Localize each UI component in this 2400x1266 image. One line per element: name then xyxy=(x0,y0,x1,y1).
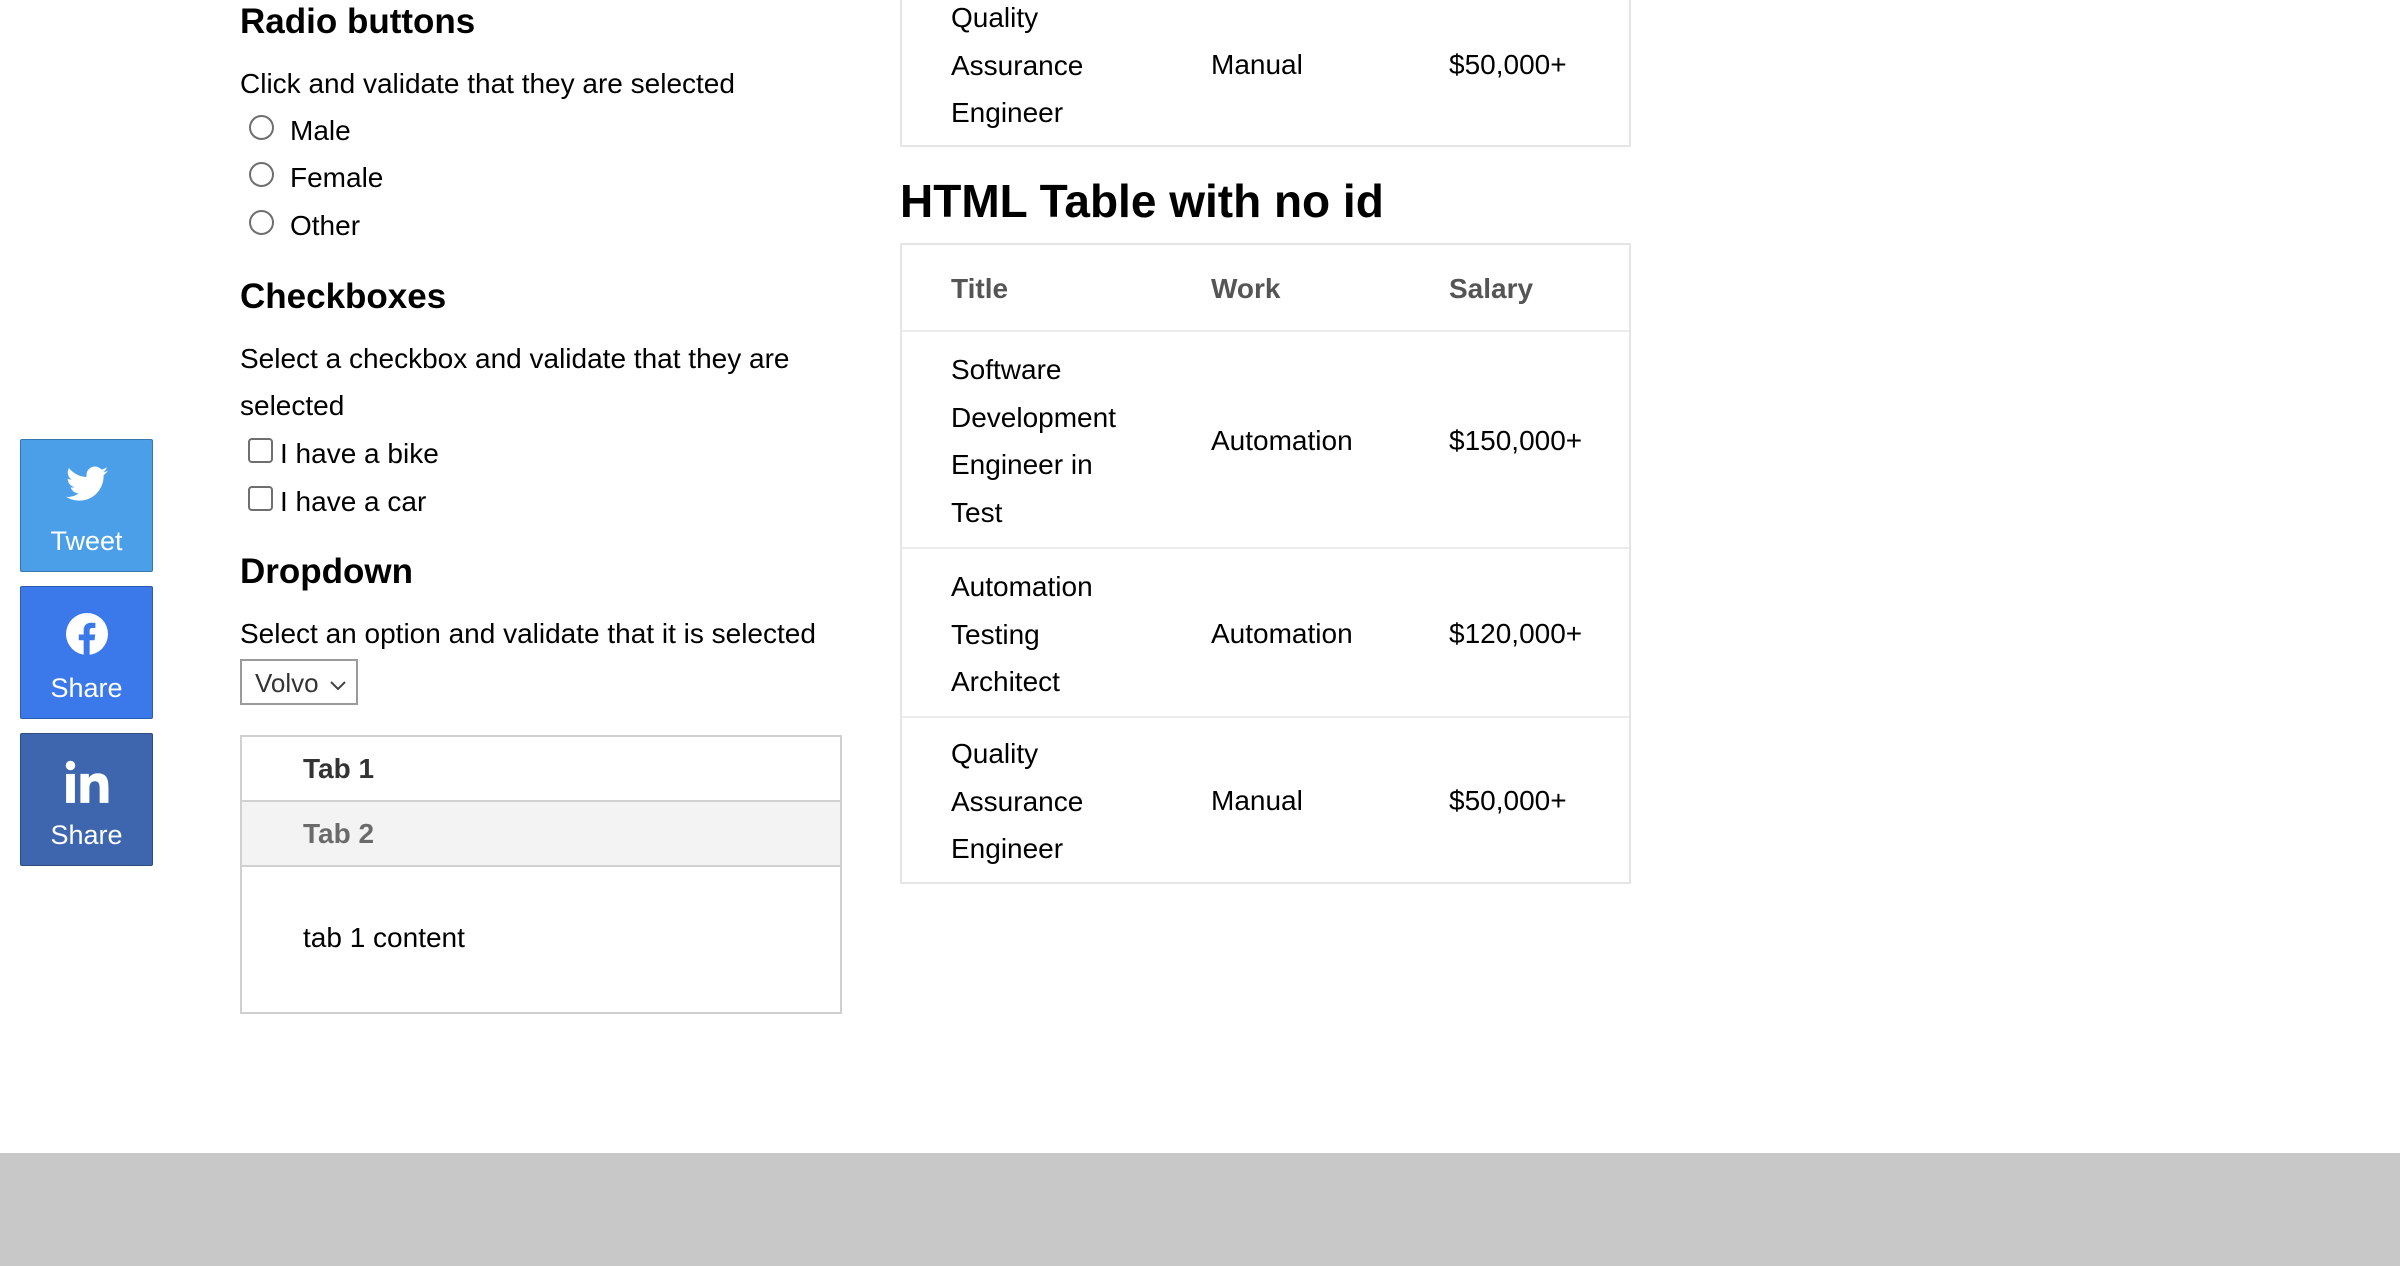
checkboxes-description-line2: selected xyxy=(240,390,345,421)
tabs-widget: Tab 1 Tab 2 tab 1 content xyxy=(240,735,842,1014)
checkbox-label-bike: I have a bike xyxy=(280,438,439,469)
tab-1[interactable]: Tab 1 xyxy=(242,737,840,802)
html-table-no-id: Title Work Salary Software Development E… xyxy=(900,243,1631,884)
table-row: Quality Assurance Engineer Manual $50,00… xyxy=(902,0,1629,145)
tweet-button[interactable]: Tweet xyxy=(20,439,153,572)
tab-content: tab 1 content xyxy=(303,922,465,953)
table-row: Quality Assurance Engineer Manual $50,00… xyxy=(902,718,1629,882)
dropdown-selected-value: Volvo xyxy=(255,668,319,698)
linkedin-share-label: Share xyxy=(50,820,123,850)
work-cell: Manual xyxy=(1211,785,1303,816)
dropdown-description: Select an option and validate that it is… xyxy=(240,618,816,649)
work-cell: Manual xyxy=(1211,49,1303,80)
checkboxes-heading: Checkboxes xyxy=(240,277,447,316)
checkbox-label-car: I have a car xyxy=(280,486,427,517)
salary-cell: $50,000+ xyxy=(1449,785,1567,816)
header-title: Title xyxy=(951,273,1009,304)
radio-buttons-heading: Radio buttons xyxy=(240,2,476,41)
facebook-share-label: Share xyxy=(50,673,123,703)
radio-label-male: Male xyxy=(290,115,351,146)
table-row: Software Development Engineer in Test Au… xyxy=(902,332,1629,549)
tweet-label: Tweet xyxy=(50,526,123,556)
twitter-icon xyxy=(21,466,152,514)
work-cell: Automation xyxy=(1211,618,1353,649)
table-row: Automation Testing Architect Automation … xyxy=(902,549,1629,718)
radio-label-other: Other xyxy=(290,210,361,241)
facebook-icon xyxy=(21,613,152,661)
header-salary: Salary xyxy=(1449,273,1534,304)
salary-cell: $120,000+ xyxy=(1449,618,1583,649)
tab-1-label: Tab 1 xyxy=(303,753,375,784)
tab-2[interactable]: Tab 2 xyxy=(242,802,840,867)
title-cell: Automation Testing Architect xyxy=(951,571,1093,697)
html-table-partial: Quality Assurance Engineer Manual $50,00… xyxy=(900,0,1631,147)
radio-description: Click and validate that they are selecte… xyxy=(240,68,735,99)
tab-2-label: Tab 2 xyxy=(303,818,375,849)
linkedin-share-button[interactable]: Share xyxy=(20,733,153,866)
salary-cell: $50,000+ xyxy=(1449,49,1567,80)
radio-other[interactable] xyxy=(249,210,274,235)
checkbox-car[interactable] xyxy=(248,486,273,511)
page-footer xyxy=(0,1153,2400,1266)
car-select-dropdown[interactable]: Volvo xyxy=(240,659,358,705)
table-header-row: Title Work Salary xyxy=(902,245,1629,332)
checkboxes-description-line1: Select a checkbox and validate that they… xyxy=(240,343,790,374)
radio-female[interactable] xyxy=(249,162,274,187)
work-cell: Automation xyxy=(1211,425,1353,456)
table-no-id-heading: HTML Table with no id xyxy=(900,175,1384,227)
radio-male[interactable] xyxy=(249,115,274,140)
linkedin-icon xyxy=(21,760,152,808)
facebook-share-button[interactable]: Share xyxy=(20,586,153,719)
title-cell: Quality Assurance Engineer xyxy=(951,738,1084,864)
title-cell: Software Development Engineer in Test xyxy=(951,354,1116,528)
chevron-down-icon xyxy=(329,671,347,702)
dropdown-heading: Dropdown xyxy=(240,552,414,591)
radio-label-female: Female xyxy=(290,162,384,193)
header-work: Work xyxy=(1211,273,1281,304)
checkbox-bike[interactable] xyxy=(248,438,273,463)
salary-cell: $150,000+ xyxy=(1449,425,1583,456)
title-cell: Quality Assurance Engineer xyxy=(951,2,1084,128)
